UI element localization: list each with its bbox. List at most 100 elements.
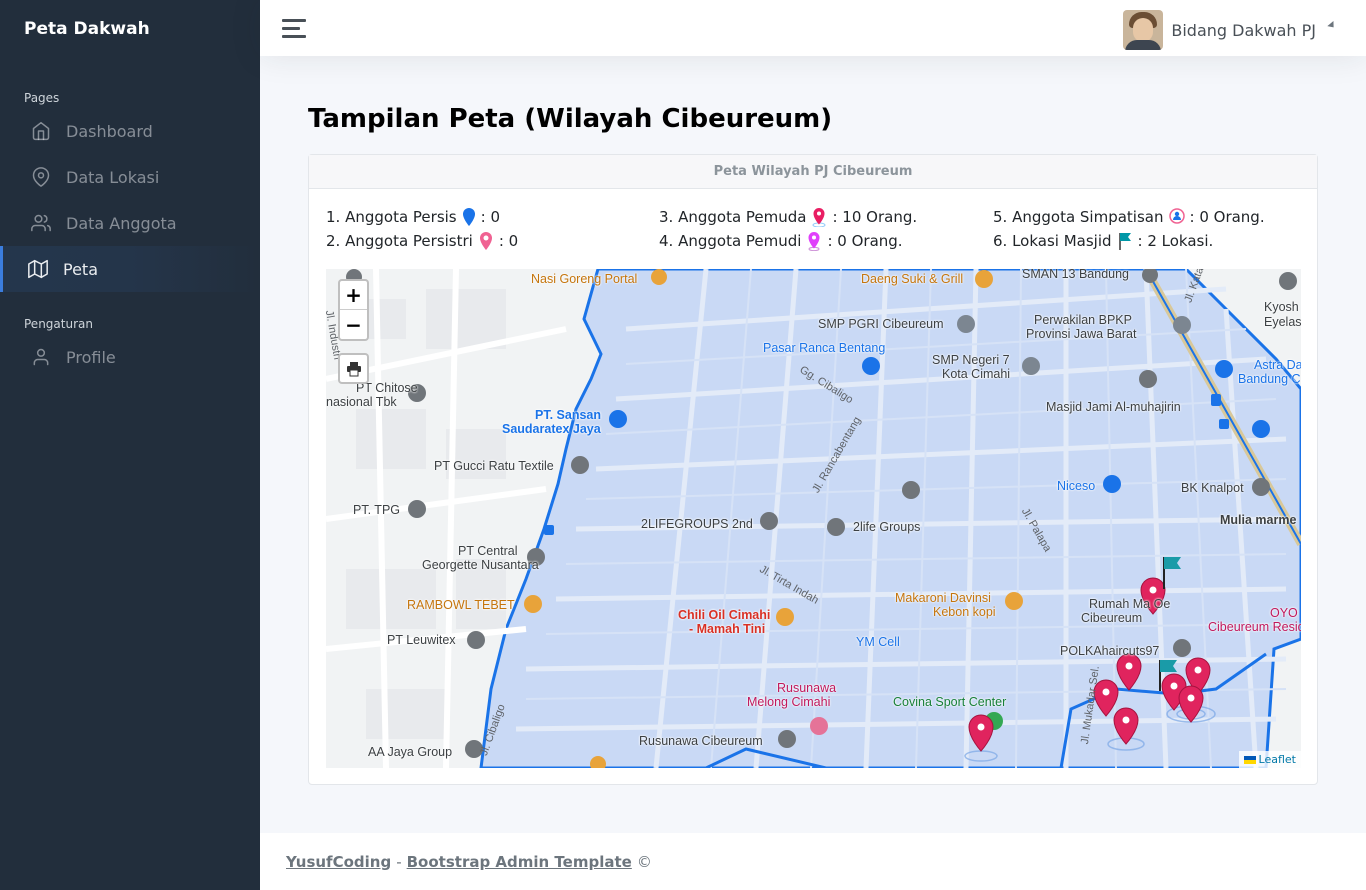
map-label: Rumah Ma Oe bbox=[1089, 597, 1171, 611]
map-label: Kota Cimahi bbox=[942, 367, 1011, 381]
map-label: Kyosh bbox=[1264, 300, 1299, 314]
map-card: Peta Wilayah PJ Cibeureum 1. Anggota Per… bbox=[308, 154, 1318, 785]
map-label: PT Leuwitex bbox=[387, 633, 456, 647]
map-label: 2LIFEGROUPS 2nd bbox=[641, 517, 753, 531]
map-label: Bandung C bbox=[1238, 372, 1301, 386]
map-legend: 1. Anggota Persis : 0 2. Anggota Persist… bbox=[326, 207, 1306, 255]
legend-value: : 2 Lokasi. bbox=[1137, 232, 1214, 250]
map-label: Perwakilan BPKP bbox=[1034, 313, 1132, 327]
map-label: Melong Cimahi bbox=[747, 695, 831, 709]
sidebar-item-data-lokasi[interactable]: Data Lokasi bbox=[0, 154, 260, 200]
flag-icon bbox=[1118, 233, 1131, 250]
blue-pin-icon bbox=[462, 208, 475, 226]
legend-label: 4. Anggota Pemudi bbox=[659, 232, 802, 250]
map-label: Covina Sport Center bbox=[893, 695, 1007, 709]
user-name: Bidang Dakwah PJ bbox=[1171, 20, 1316, 40]
map-label: POLKAhaircuts97 bbox=[1060, 644, 1160, 658]
legend-value: : 10 Orang. bbox=[832, 208, 918, 226]
map-label: Mulia marme bbox=[1220, 513, 1297, 527]
map-label: PT Gucci Ratu Textile bbox=[434, 459, 554, 473]
users-icon bbox=[31, 214, 51, 232]
map-label: SMP PGRI Cibeureum bbox=[818, 317, 944, 331]
map-label: Pasar Ranca Bentang bbox=[763, 341, 886, 355]
sidebar-header-pengaturan: Pengaturan bbox=[24, 317, 93, 331]
page-title: Tampilan Peta (Wilayah Cibeureum) bbox=[308, 104, 833, 134]
map-label: Niceso bbox=[1057, 479, 1096, 493]
map-label: Masjid Jami Al-muhajirin bbox=[1046, 400, 1181, 414]
legend-value: : 0 bbox=[498, 232, 519, 250]
avatar bbox=[1123, 10, 1164, 50]
user-icon bbox=[33, 348, 49, 366]
print-button[interactable] bbox=[338, 353, 369, 384]
person-pin-icon bbox=[1168, 208, 1185, 224]
legend-label: 5. Anggota Simpatisan bbox=[993, 208, 1164, 226]
pink-pin-icon bbox=[479, 232, 492, 250]
map-label: Rusunawa Cibeureum bbox=[639, 734, 763, 748]
map-label: RAMBOWL TEBET bbox=[407, 598, 515, 612]
legend-value: : 0 Orang. bbox=[1189, 208, 1265, 226]
sidebar-item-label: Data Lokasi bbox=[66, 167, 160, 187]
sidebar-item-label: Data Anggota bbox=[66, 213, 177, 233]
attribution-link[interactable]: Leaflet bbox=[1259, 753, 1296, 766]
footer-author-link[interactable]: YusufCoding bbox=[286, 853, 391, 871]
user-menu[interactable]: Bidang Dakwah PJ bbox=[1123, 10, 1337, 50]
map-label: nasional Tbk bbox=[326, 395, 397, 409]
legend-item-pemudi: 4. Anggota Pemudi : 0 Orang. bbox=[659, 231, 903, 251]
map-label: OYO bbox=[1270, 606, 1298, 620]
topbar: Bidang Dakwah PJ bbox=[260, 0, 1366, 56]
map-icon bbox=[28, 259, 48, 279]
map-label: SMP Negeri 7 bbox=[932, 353, 1010, 367]
zoom-out-button[interactable]: − bbox=[340, 310, 367, 339]
legend-label: 1. Anggota Persis bbox=[326, 208, 457, 226]
zoom-in-button[interactable]: + bbox=[340, 281, 367, 310]
footer-template-link[interactable]: Bootstrap Admin Template bbox=[407, 853, 632, 871]
sidebar-item-label: Dashboard bbox=[66, 121, 153, 141]
map-label: Chili Oil Cimahi bbox=[678, 608, 771, 622]
sidebar-item-data-anggota[interactable]: Data Anggota bbox=[0, 200, 260, 246]
map-label: Cibeureum bbox=[1081, 611, 1143, 625]
map-label: Kebon kopi bbox=[933, 605, 996, 619]
legend-item-masjid: 6. Lokasi Masjid : 2 Lokasi. bbox=[993, 231, 1213, 251]
zoom-control: + − bbox=[338, 279, 369, 341]
sidebar-item-profile[interactable]: Profile bbox=[0, 334, 260, 380]
map-attribution[interactable]: Leaflet bbox=[1238, 751, 1301, 768]
magenta-pin-icon bbox=[808, 232, 820, 251]
red-pin-icon bbox=[812, 208, 826, 227]
footer: YusufCoding - Bootstrap Admin Template © bbox=[260, 833, 1366, 890]
footer-copyright: © bbox=[636, 852, 652, 871]
map-label: 2life Groups bbox=[853, 520, 921, 534]
map-pin-icon bbox=[32, 167, 50, 187]
map-label: Eyelas bbox=[1264, 315, 1301, 329]
map-label: PT Central bbox=[458, 544, 518, 558]
legend-label: 3. Anggota Pemuda bbox=[659, 208, 807, 226]
map-label: Daeng Suki & Grill bbox=[861, 272, 964, 286]
map-label: YM Cell bbox=[856, 635, 900, 649]
sidebar-item-dashboard[interactable]: Dashboard bbox=[0, 108, 260, 154]
sidebar-header-pages: Pages bbox=[24, 91, 60, 105]
map-label: Georgette Nusantara bbox=[422, 558, 539, 572]
sidebar-toggle-icon[interactable] bbox=[282, 19, 306, 38]
legend-item-pemuda: 3. Anggota Pemuda : 10 Orang. bbox=[659, 207, 917, 227]
sidebar: Peta Dakwah Pages Dashboard Data Lokasi … bbox=[0, 0, 260, 890]
map-view[interactable]: Nasi Goreng Portal Daeng Suki & Grill SM… bbox=[326, 269, 1301, 768]
legend-item-persis: 1. Anggota Persis : 0 bbox=[326, 207, 500, 227]
map-label: Provinsi Jawa Barat bbox=[1026, 327, 1137, 341]
sidebar-item-peta[interactable]: Peta bbox=[0, 246, 260, 292]
legend-item-simpatisan: 5. Anggota Simpatisan : 0 Orang. bbox=[993, 207, 1265, 227]
footer-separator: - bbox=[396, 852, 402, 871]
map-label: Rusunawa bbox=[777, 681, 837, 695]
ukraine-flag-icon bbox=[1243, 755, 1256, 764]
map-label: Astra Daih bbox=[1254, 358, 1301, 372]
sidebar-item-label: Peta bbox=[63, 259, 98, 279]
map-label: Makaroni Davinsi bbox=[895, 591, 991, 605]
map-label: SMAN 13 Bandung bbox=[1022, 269, 1130, 281]
legend-label: 6. Lokasi Masjid bbox=[993, 232, 1112, 250]
map-label: Cibeureum Resid bbox=[1208, 620, 1301, 634]
chevron-down-icon bbox=[1327, 20, 1337, 30]
legend-item-persistri: 2. Anggota Persistri : 0 bbox=[326, 231, 518, 251]
map-label: PT. Sansan bbox=[535, 408, 601, 422]
sidebar-item-label: Profile bbox=[66, 347, 116, 367]
map-label: BK Knalpot bbox=[1181, 481, 1244, 495]
brand-title[interactable]: Peta Dakwah bbox=[0, 0, 260, 58]
legend-value: : 0 Orang. bbox=[827, 232, 903, 250]
